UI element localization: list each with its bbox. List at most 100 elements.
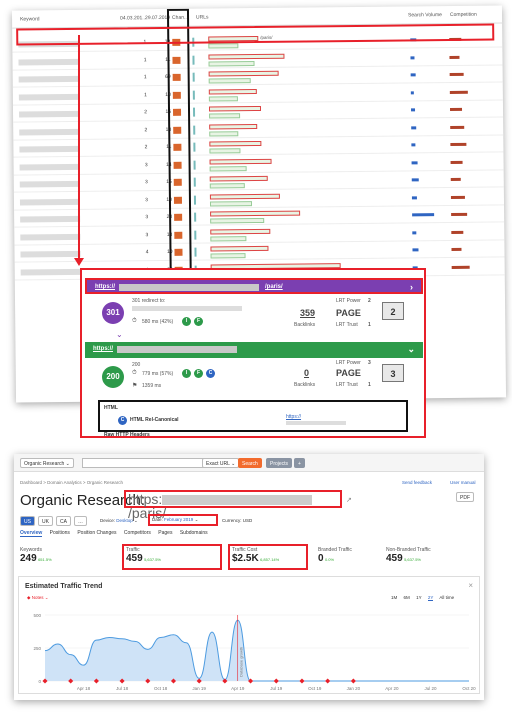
facebook-icon[interactable]: F [194,369,203,378]
url-bar-redirect[interactable] [208,105,262,112]
redirect-url-header[interactable]: https:// /paris/ › [85,278,423,294]
add-project-icon[interactable]: + [294,458,305,468]
url-bar-redirect[interactable] [210,228,271,235]
url-action-icons[interactable] [194,230,205,240]
final-url-prefix[interactable]: https:// [93,346,113,352]
tab-competitors[interactable]: Competitors [124,530,151,536]
final-url-header[interactable]: https:// ⌄ [85,342,423,358]
chevron-down-icon[interactable]: ⌄ [407,344,415,355]
col-keyword[interactable]: Keyword [20,16,40,22]
db-flag-ca[interactable]: CA [56,516,71,526]
user-manual-link[interactable]: User manual [450,480,476,485]
url-action-icons[interactable] [192,55,203,65]
url-action-icons[interactable] [193,125,204,135]
redirect-url-suffix[interactable]: /paris/ [265,284,283,290]
external-link-icon[interactable]: ↗ [346,496,352,504]
url-mode-dropdown[interactable]: Exact URL ⌄ [202,458,240,468]
url-bar-final[interactable] [210,217,265,224]
url-bar-final[interactable] [210,235,247,242]
search-button[interactable]: Search [238,458,262,468]
url-action-icons[interactable] [193,177,204,187]
url-bar-final[interactable] [209,130,239,137]
device-filter[interactable]: Device: Desktop ⌄ [100,518,138,524]
url-bar-redirect[interactable] [209,140,262,147]
url-action-icons[interactable] [192,72,203,82]
range-1y[interactable]: 1Y [416,595,422,600]
url-bar-redirect[interactable] [209,123,258,130]
url-bar-final[interactable] [209,183,245,189]
raw-headers-label[interactable]: Raw HTTP Headers [104,432,150,438]
competition-bar [450,177,461,181]
url-action-icons[interactable] [193,142,204,152]
url-bar-redirect[interactable] [209,193,280,200]
url-bar-final[interactable] [209,113,241,119]
chevron-down-icon[interactable]: ⌄ [116,330,123,339]
more-databases-button[interactable]: … [74,516,87,526]
range-6m[interactable]: 6M [404,595,410,600]
url-action-icons[interactable] [194,212,205,222]
lrt-trust-value: 1 [368,382,371,388]
search-type-dropdown[interactable]: Organic Research ⌄ [20,458,74,468]
url-action-icons[interactable] [192,90,203,100]
tab-pages[interactable]: Pages [158,530,172,536]
url-action-icons[interactable] [193,195,204,205]
col-competition[interactable]: Competition [450,12,477,18]
tab-subdomains[interactable]: Subdomains [180,530,208,536]
backlinks-value[interactable]: 359 [300,308,315,318]
kpi-traffic-cost[interactable]: Traffic Cost $2.5K 6,857.14% [232,547,279,564]
db-flag-us[interactable]: US [20,516,35,526]
tab-overview[interactable]: Overview [20,530,43,537]
url-bar-final[interactable] [210,253,246,259]
kpi-keywords[interactable]: Keywords 249 651.5% [20,547,52,564]
url-bar-final[interactable] [208,43,239,49]
range-all-time[interactable]: All time [439,595,454,600]
page-label: PAGE [336,368,361,378]
backlinks-value[interactable]: 0 [304,368,309,378]
competition-bar [450,160,463,164]
chevron-right-icon[interactable]: › [410,282,413,292]
url-bar-final[interactable] [209,200,253,207]
facebook-icon[interactable]: F [194,317,203,326]
url-bar-redirect[interactable] [210,245,269,252]
url-bar-redirect[interactable] [208,88,257,95]
rel-canonical-link[interactable]: https:// [286,414,301,420]
url-bar-redirect[interactable] [209,175,268,182]
db-flag-uk[interactable]: UK [38,516,53,526]
url-action-icons[interactable] [192,107,204,117]
url-bar-final[interactable] [208,60,255,67]
info-icon[interactable]: I [182,317,191,326]
url-bar-redirect[interactable] [210,210,301,217]
date-filter[interactable]: Date: February 2019 ⌄ [148,514,218,526]
range-2y[interactable]: 2Y [427,595,434,601]
tab-positions[interactable]: Positions [50,530,70,536]
url-bar-final[interactable] [209,148,241,154]
canonical-icon[interactable]: C [206,369,215,378]
url-bar-final[interactable] [208,95,238,102]
info-icon[interactable]: I [182,369,191,378]
col-search-volume[interactable]: Search Volume [408,12,442,18]
status-code-301: 301 [102,302,124,324]
url-bar-redirect[interactable] [208,70,279,77]
search-input[interactable] [82,458,222,468]
url-action-icons[interactable] [194,247,205,257]
competition-bar [451,247,462,251]
url-bar-final[interactable] [209,165,247,172]
pdf-button[interactable]: PDF [456,492,474,502]
tab-position-changes[interactable]: Position Changes [77,530,116,536]
redirect-url-prefix[interactable]: https:// [95,284,115,290]
notes-toggle[interactable]: ◆ Notes ⌄ [27,595,49,601]
projects-button[interactable]: Projects [266,458,293,468]
send-feedback-link[interactable]: Send feedback [402,480,432,485]
col-urls[interactable]: URLs [196,15,209,21]
kpi-non-branded-traffic[interactable]: Non-Branded Traffic 459 5,637.5% [386,547,431,564]
url-bar-final[interactable] [208,78,251,84]
url-bar-redirect[interactable] [208,53,285,60]
kpi-traffic[interactable]: Traffic 459 5,637.5% [126,547,161,564]
kpi-branded-traffic[interactable]: Branded Traffic 0 0.0% [318,547,352,564]
close-icon[interactable]: × [468,581,473,590]
col-date-1[interactable]: 04.03.201... [120,15,146,21]
range-1m[interactable]: 1M [391,595,397,600]
note-marker [299,678,305,684]
url-action-icons[interactable] [193,160,204,170]
url-bar-redirect[interactable] [209,158,272,165]
